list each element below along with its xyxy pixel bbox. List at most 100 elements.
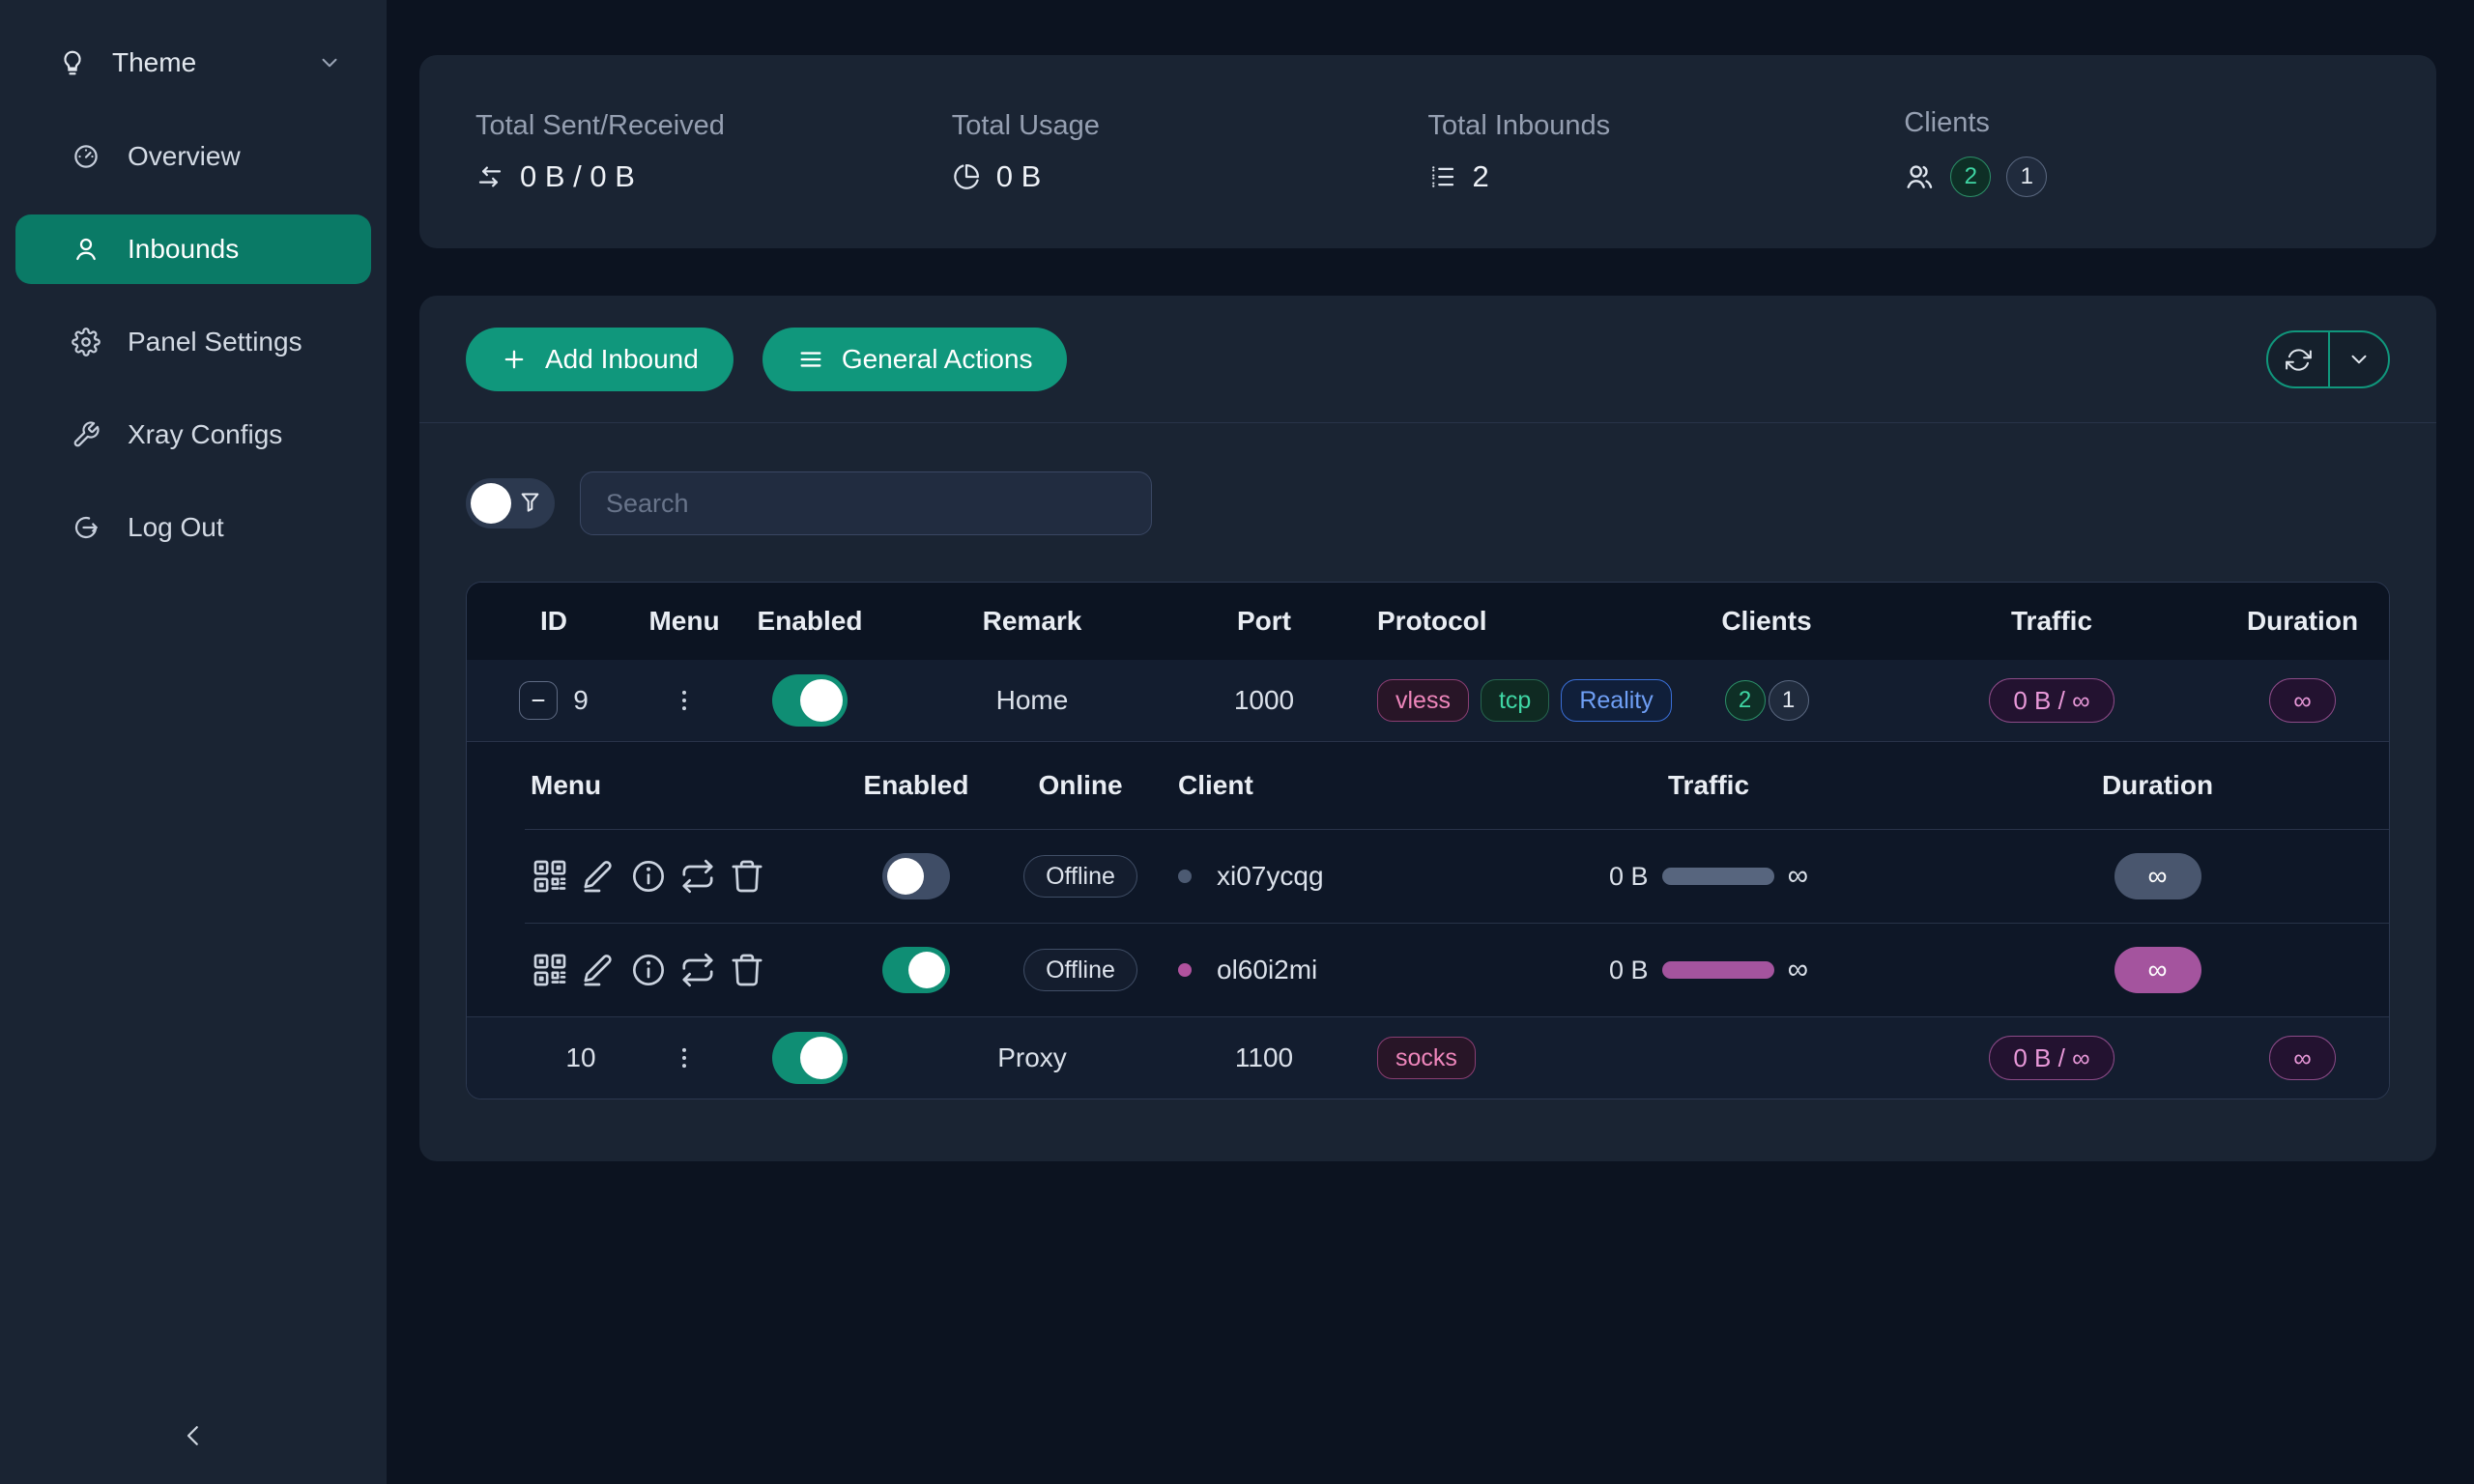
qrcode-button[interactable] — [531, 857, 569, 896]
subcolumn-header-menu: Menu — [525, 770, 844, 801]
actions-row: Add Inbound General Actions — [419, 296, 2436, 422]
reset-traffic-button[interactable] — [678, 857, 717, 896]
sidebar-item-inbounds[interactable]: Inbounds — [15, 214, 371, 284]
table-row: 10 Proxy 1100 socks — [467, 1016, 2389, 1099]
traffic-used: 0 B — [1609, 956, 1649, 985]
stat-value: 0 B / 0 B — [520, 159, 635, 194]
stat-label: Total Sent/Received — [475, 110, 952, 142]
traffic-used: 0 B — [1609, 862, 1649, 892]
sidebar-item-label: Panel Settings — [128, 327, 302, 357]
gear-icon — [72, 328, 101, 357]
subcolumn-header-traffic: Traffic — [1491, 770, 1926, 801]
sidebar-item-label: Xray Configs — [128, 419, 282, 450]
inbound-enabled-toggle[interactable] — [772, 674, 848, 727]
delete-button[interactable] — [728, 951, 766, 989]
sidebar-item-logout[interactable]: Log Out — [15, 493, 371, 562]
inbounds-table: ID Menu Enabled Remark Port Protocol Cli… — [466, 582, 2390, 1099]
client-enabled-toggle[interactable] — [882, 853, 950, 899]
client-color-dot — [1178, 963, 1192, 977]
sidebar-collapse-button[interactable] — [166, 1409, 220, 1463]
stat-total-usage: Total Usage 0 B — [952, 110, 1428, 194]
reset-traffic-button[interactable] — [678, 951, 717, 989]
search-row — [419, 423, 2436, 535]
chevron-down-icon — [317, 50, 342, 75]
toggle-knob — [887, 858, 924, 895]
toggle-knob — [800, 1037, 843, 1079]
inbound-enabled-toggle[interactable] — [772, 1032, 848, 1084]
client-row: Offline ol60i2mi 0 B ∞ ∞ — [525, 923, 2389, 1016]
stat-value: 2 — [1473, 159, 1489, 194]
info-button[interactable] — [629, 857, 668, 896]
stat-label: Clients — [1904, 107, 2380, 139]
table-header: ID Menu Enabled Remark Port Protocol Cli… — [467, 583, 2389, 660]
sidebar-item-panel-settings[interactable]: Panel Settings — [15, 307, 371, 377]
logout-icon — [72, 513, 101, 542]
sidebar-nav: Overview Inbounds Panel Settings Xray Co… — [0, 122, 387, 562]
stat-label: Total Inbounds — [1428, 110, 1905, 142]
protocol-tag: socks — [1377, 1037, 1476, 1079]
traffic-limit: ∞ — [1788, 954, 1808, 986]
info-button[interactable] — [629, 951, 668, 989]
sidebar-item-label: Log Out — [128, 512, 224, 543]
theme-selector[interactable]: Theme — [31, 29, 360, 97]
clients-total-badge: 1 — [2006, 157, 2047, 197]
sidebar-item-overview[interactable]: Overview — [15, 122, 371, 191]
edit-button[interactable] — [580, 857, 618, 896]
column-header-traffic: Traffic — [1887, 606, 2216, 637]
row-menu-button[interactable] — [671, 687, 698, 714]
stats-card: Total Sent/Received 0 B / 0 B Total Usag… — [419, 55, 2436, 248]
menu-lines-icon — [797, 346, 824, 373]
client-enabled-toggle[interactable] — [882, 947, 950, 993]
inbound-id: 10 — [565, 1042, 595, 1073]
refresh-dropdown-button[interactable] — [2328, 332, 2388, 386]
traffic-progress-bar — [1662, 868, 1774, 885]
sidebar-item-label: Inbounds — [128, 234, 239, 265]
inbound-id: 9 — [573, 685, 589, 716]
pie-chart-icon — [952, 162, 981, 191]
client-name: ol60i2mi — [1217, 955, 1317, 985]
column-header-clients: Clients — [1646, 606, 1887, 637]
refresh-button-group — [2266, 330, 2390, 388]
subtable-header: Menu Enabled Online Client Traffic Durat… — [525, 742, 2389, 829]
duration-pill: ∞ — [2269, 1036, 2336, 1080]
column-header-menu: Menu — [641, 606, 728, 637]
clients-online-badge: 2 — [1725, 680, 1766, 721]
filter-toggle[interactable] — [466, 478, 555, 528]
gauge-icon — [72, 142, 101, 171]
search-input[interactable] — [580, 471, 1152, 535]
row-menu-button[interactable] — [671, 1044, 698, 1071]
subcolumn-header-duration: Duration — [1926, 770, 2389, 801]
general-actions-button[interactable]: General Actions — [762, 328, 1068, 391]
client-name: xi07ycqg — [1217, 861, 1324, 892]
add-inbound-button[interactable]: Add Inbound — [466, 328, 734, 391]
add-inbound-label: Add Inbound — [545, 344, 699, 375]
client-color-dot — [1178, 870, 1192, 883]
clients-online-badge: 2 — [1950, 157, 1991, 197]
traffic-progress-bar — [1662, 961, 1774, 979]
column-header-enabled: Enabled — [728, 606, 892, 637]
delete-button[interactable] — [728, 857, 766, 896]
column-header-remark: Remark — [892, 606, 1172, 637]
stat-label: Total Usage — [952, 110, 1428, 142]
inbound-remark: Proxy — [892, 1042, 1172, 1073]
stat-value: 0 B — [996, 159, 1042, 194]
refresh-button[interactable] — [2268, 332, 2328, 386]
inbound-port: 1000 — [1172, 685, 1356, 716]
users-icon — [1904, 161, 1935, 192]
edit-button[interactable] — [580, 951, 618, 989]
sidebar-item-label: Overview — [128, 141, 241, 172]
duration-pill: ∞ — [2114, 947, 2201, 993]
table-row: 9 Home 1000 vless tcp Reality — [467, 660, 2389, 742]
subcolumn-header-online: Online — [989, 770, 1172, 801]
toggle-knob — [471, 483, 511, 524]
collapse-row-button[interactable] — [519, 681, 558, 720]
column-header-id: ID — [467, 606, 641, 637]
stat-clients: Clients 2 1 — [1904, 107, 2380, 197]
subcolumn-header-client: Client — [1172, 770, 1491, 801]
qrcode-button[interactable] — [531, 951, 569, 989]
user-icon — [72, 235, 101, 264]
expand-spacer — [511, 1039, 550, 1077]
sidebar-item-xray-configs[interactable]: Xray Configs — [15, 400, 371, 470]
toggle-knob — [800, 679, 843, 722]
online-status-badge: Offline — [1023, 855, 1137, 898]
